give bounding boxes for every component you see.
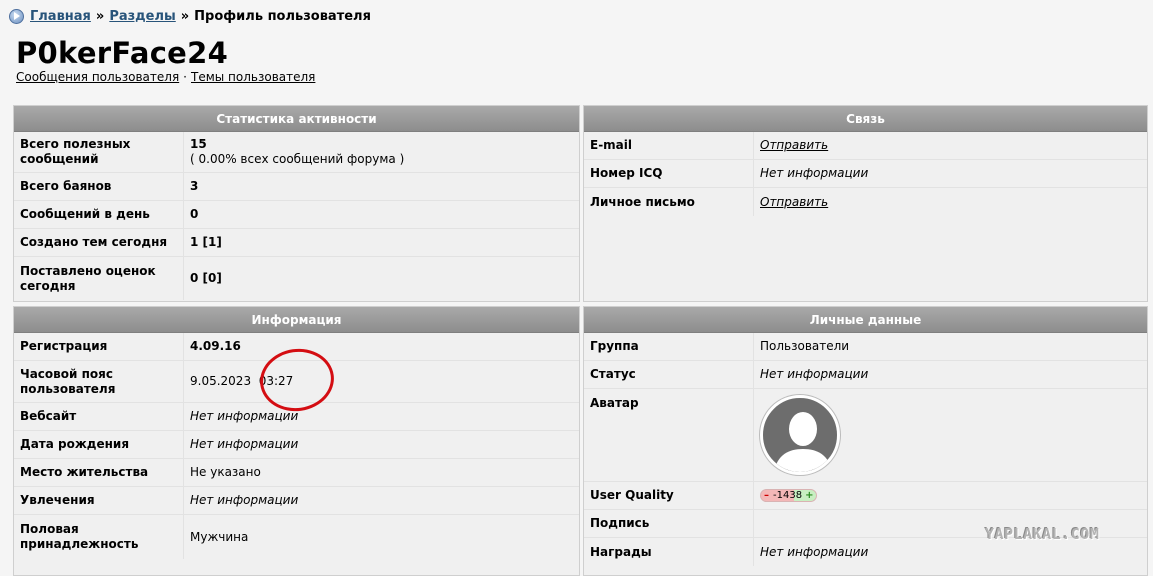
breadcrumb-current: Профиль пользователя: [194, 8, 371, 24]
breadcrumb-home-link[interactable]: Главная: [30, 9, 91, 24]
personal-row: Аватар: [584, 389, 1147, 482]
stat-label: Поставлено оценок сегодня: [14, 257, 184, 300]
personal-label: Аватар: [584, 389, 754, 481]
personal-value: [754, 510, 766, 537]
panel-title: Информация: [14, 307, 579, 333]
stat-value-sub: ( 0.00% всех сообщений форума ): [190, 152, 405, 166]
stat-value: 3: [190, 179, 199, 193]
breadcrumb-separator: »: [180, 8, 190, 24]
personal-value: – -1438 +: [754, 482, 823, 509]
contact-value: Отправить: [754, 188, 834, 216]
profile-username: P0kerFace24: [16, 36, 229, 70]
send-message-link[interactable]: Отправить: [760, 195, 828, 210]
stat-label: Сообщений в день: [14, 201, 184, 228]
stat-value: 0: [190, 207, 199, 221]
breadcrumb: Главная » Разделы » Профиль пользователя: [9, 7, 371, 25]
info-value: Нет информации: [190, 409, 299, 423]
contact-label: Личное письмо: [584, 188, 754, 216]
info-value: Нет информации: [190, 493, 299, 507]
information-panel: Информация Регистрация 4.09.16 Часовой п…: [13, 306, 580, 576]
personal-label: Награды: [584, 538, 754, 566]
personal-row: Группа Пользователи: [584, 333, 1147, 361]
watermark: YAPLAKAL.COM: [985, 525, 1100, 543]
info-row: Вебсайт Нет информации: [14, 403, 579, 431]
info-label: Дата рождения: [14, 431, 184, 458]
panel-title: Связь: [584, 106, 1147, 132]
breadcrumb-sections-link[interactable]: Разделы: [109, 9, 175, 24]
info-value: 9.05.2023 03:27: [184, 361, 299, 402]
panel-title: Личные данные: [584, 307, 1147, 333]
user-silhouette-icon: [773, 412, 833, 472]
activity-stats-panel: Статистика активности Всего полезных соо…: [13, 105, 580, 302]
stat-row: Поставлено оценок сегодня 0 [0]: [14, 257, 579, 300]
contact-value: Нет информации: [760, 166, 869, 180]
stat-label: Всего полезных сообщений: [14, 132, 184, 172]
info-label: Увлечения: [14, 487, 184, 514]
contact-panel: Связь E-mail Отправить Номер ICQ Нет инф…: [583, 105, 1148, 302]
info-row: Место жительства Не указано: [14, 459, 579, 487]
rate-up-button[interactable]: +: [805, 488, 813, 503]
stat-row: Сообщений в день 0: [14, 201, 579, 229]
contact-label: Номер ICQ: [584, 160, 754, 187]
rate-down-button[interactable]: –: [764, 488, 769, 503]
stat-label: Создано тем сегодня: [14, 229, 184, 256]
personal-value: Нет информации: [760, 544, 869, 559]
breadcrumb-separator: »: [95, 8, 105, 24]
info-row: Дата рождения Нет информации: [14, 431, 579, 459]
personal-row: User Quality – -1438 +: [584, 482, 1147, 510]
user-posts-link[interactable]: Сообщения пользователя: [16, 70, 179, 84]
info-value: Мужчина: [190, 529, 249, 544]
contact-row: E-mail Отправить: [584, 132, 1147, 160]
stat-value: 1 [1]: [190, 235, 222, 249]
stat-value: 15 ( 0.00% всех сообщений форума ): [184, 132, 410, 172]
personal-label: Статус: [584, 361, 754, 388]
personal-value: [754, 389, 846, 481]
info-row: Половая принадлежность Мужчина: [14, 515, 579, 559]
stat-value-main: 15: [190, 137, 207, 151]
contact-value: Отправить: [754, 132, 834, 159]
user-quality-badge: – -1438 +: [760, 488, 818, 503]
info-label: Часовой пояс пользователя: [14, 361, 184, 402]
info-row: Увлечения Нет информации: [14, 487, 579, 515]
personal-row: Статус Нет информации: [584, 361, 1147, 389]
personal-label: Группа: [584, 333, 754, 360]
info-value: 4.09.16: [190, 339, 241, 353]
stat-row: Создано тем сегодня 1 [1]: [14, 229, 579, 257]
send-email-link[interactable]: Отправить: [760, 138, 828, 153]
contact-row: Номер ICQ Нет информации: [584, 160, 1147, 188]
personal-label: Подпись: [584, 510, 754, 537]
personal-value: Нет информации: [760, 367, 869, 381]
play-circle-icon: [9, 8, 24, 24]
personal-label: User Quality: [584, 482, 754, 509]
contact-label: E-mail: [584, 132, 754, 159]
avatar: [760, 395, 840, 475]
contact-row: Личное письмо Отправить: [584, 188, 1147, 216]
personal-value: Пользователи: [760, 339, 850, 353]
stat-label: Всего баянов: [14, 173, 184, 200]
stat-value: 0 [0]: [190, 271, 222, 285]
timezone-date: 9.05.2023: [190, 374, 252, 388]
user-topics-link[interactable]: Темы пользователя: [191, 70, 315, 84]
panel-title: Статистика активности: [14, 106, 579, 132]
info-row: Регистрация 4.09.16: [14, 333, 579, 361]
timezone-time: 03:27: [258, 374, 294, 388]
info-row: Часовой пояс пользователя 9.05.2023 03:2…: [14, 361, 579, 403]
stat-row: Всего баянов 3: [14, 173, 579, 201]
user-quality-score: -1438: [773, 490, 803, 501]
info-label: Вебсайт: [14, 403, 184, 430]
info-value: Нет информации: [190, 437, 299, 451]
profile-links: Сообщения пользователя · Темы пользователя: [16, 70, 315, 84]
info-label: Регистрация: [14, 333, 184, 360]
link-separator: ·: [183, 70, 187, 84]
info-label: Место жительства: [14, 459, 184, 486]
info-value: Не указано: [190, 465, 261, 479]
stat-row: Всего полезных сообщений 15 ( 0.00% всех…: [14, 132, 579, 173]
info-label: Половая принадлежность: [14, 515, 184, 559]
